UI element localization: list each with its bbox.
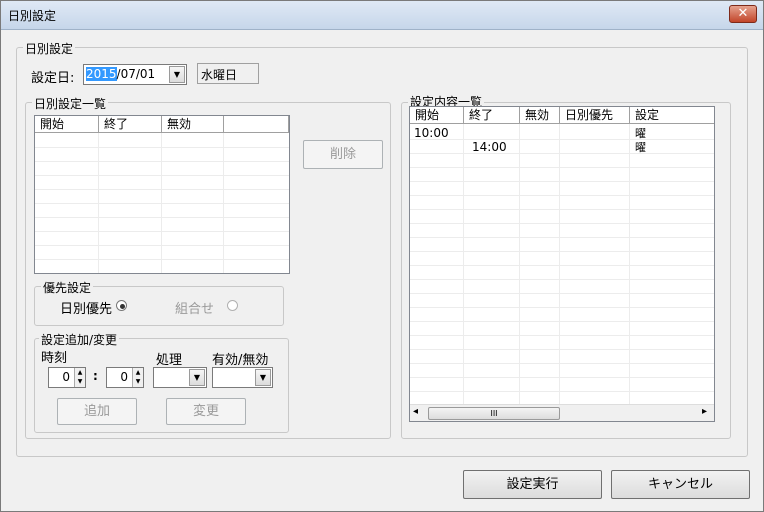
date-year: 2015: [86, 67, 117, 81]
weekday-text: 水曜日: [201, 68, 238, 82]
hour-value: 0: [62, 370, 70, 384]
combination-radio[interactable]: [227, 298, 238, 312]
content-col-setting[interactable]: 設定: [630, 107, 714, 124]
hour-spin-icon[interactable]: ▲ ▼: [74, 368, 85, 387]
row2-setting: 曜: [635, 141, 646, 154]
daily-col-end[interactable]: 終了: [99, 116, 162, 133]
hour-stepper[interactable]: 0 ▲ ▼: [48, 367, 86, 388]
content-col-daily-priority[interactable]: 日別優先: [560, 107, 630, 124]
close-button[interactable]: ✕: [729, 5, 757, 23]
priority-legend: 優先設定: [41, 279, 94, 296]
minute-value: 0: [120, 370, 128, 384]
time-colon: :: [93, 369, 98, 383]
weekday-display: 水曜日: [197, 63, 259, 84]
process-label: 処理: [156, 353, 183, 368]
date-picker[interactable]: 2015/07/01 ▼: [83, 64, 187, 85]
daily-priority-radio[interactable]: [116, 298, 127, 312]
execute-button[interactable]: 設定実行: [463, 470, 602, 499]
valid-select[interactable]: ▼: [212, 367, 273, 388]
cancel-button[interactable]: キャンセル: [611, 470, 750, 499]
content-col-disabled[interactable]: 無効: [520, 107, 560, 124]
scroll-left-icon[interactable]: ◂: [413, 406, 418, 417]
chevron-down-icon[interactable]: ▼: [255, 369, 271, 386]
row2-end: 14:00: [472, 140, 507, 154]
content-col-end[interactable]: 終了: [464, 107, 520, 124]
daily-col-start[interactable]: 開始: [35, 116, 99, 133]
valid-label: 有効/無効: [212, 353, 269, 368]
process-select[interactable]: ▼: [153, 367, 207, 388]
dialog-window: 日別設定 ✕ 日別設定 設定日: 2015/07/01 ▼ 水曜日 日別設定一覧…: [0, 0, 764, 512]
change-button[interactable]: 変更: [166, 398, 246, 425]
add-change-legend: 設定追加/変更: [39, 331, 120, 348]
main-group-legend: 日別設定: [23, 40, 76, 57]
scroll-thumb[interactable]: III: [428, 407, 560, 420]
daily-list-table[interactable]: 開始 終了 無効: [34, 115, 290, 274]
chevron-down-icon[interactable]: ▼: [189, 369, 205, 386]
content-col-start[interactable]: 開始: [410, 107, 464, 124]
time-label: 時刻: [41, 351, 68, 366]
daily-col-disabled[interactable]: 無効: [162, 116, 224, 133]
chevron-down-icon[interactable]: ▼: [169, 66, 185, 83]
window-title: 日別設定: [8, 9, 57, 23]
add-button[interactable]: 追加: [57, 398, 137, 425]
daily-col-blank[interactable]: [224, 116, 289, 133]
scroll-right-icon[interactable]: ▸: [702, 406, 707, 417]
date-label: 設定日:: [31, 71, 75, 86]
scroll-thumb-grip: III: [490, 409, 498, 418]
daily-priority-label: 日別優先: [60, 302, 113, 317]
minute-stepper[interactable]: 0 ▲ ▼: [106, 367, 144, 388]
combination-label: 組合せ: [175, 302, 215, 317]
row1-start: 10:00: [414, 126, 449, 140]
content-list-table[interactable]: 開始 終了 無効 日別優先 設定 10:00 曜 14:00 曜 ◂ III ▸: [409, 106, 715, 422]
date-rest: /07/01: [116, 67, 156, 81]
minute-spin-icon[interactable]: ▲ ▼: [132, 368, 143, 387]
delete-button[interactable]: 削除: [303, 140, 383, 169]
daily-list-legend: 日別設定一覧: [32, 95, 109, 112]
title-bar: 日別設定 ✕: [1, 1, 763, 30]
horizontal-scrollbar[interactable]: ◂ III ▸: [410, 404, 714, 421]
